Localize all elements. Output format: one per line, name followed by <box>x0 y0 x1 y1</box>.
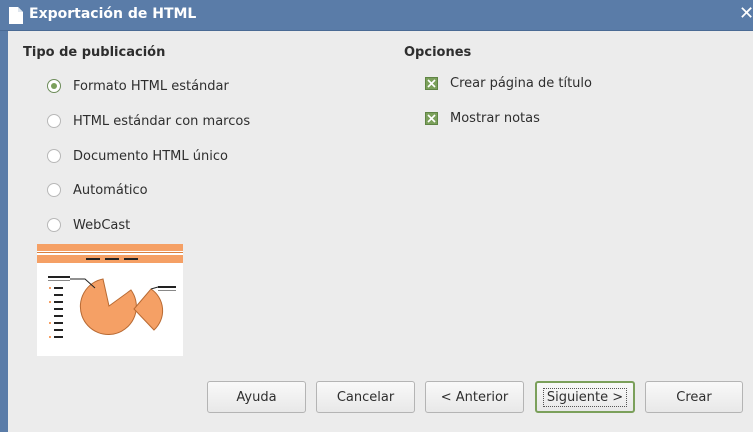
options-heading: Opciones <box>404 45 472 60</box>
title-bar: Exportación de HTML ✕ <box>0 0 753 31</box>
radio-icon[interactable] <box>47 218 61 232</box>
window-title: Exportación de HTML <box>29 6 197 22</box>
radio-single-document[interactable]: Documento HTML único <box>47 146 228 166</box>
radio-icon[interactable] <box>47 183 61 197</box>
next-button[interactable]: Siguiente > <box>535 381 635 413</box>
radio-html-frames[interactable]: HTML estándar con marcos <box>47 111 250 131</box>
checkbox-label: Crear página de título <box>450 75 592 91</box>
checkbox-label: Mostrar notas <box>450 110 540 126</box>
radio-label: Documento HTML único <box>73 148 228 164</box>
radio-automatic[interactable]: Automático <box>47 180 148 200</box>
radio-label: Formato HTML estándar <box>73 78 229 94</box>
radio-label: HTML estándar con marcos <box>73 113 251 129</box>
radio-icon[interactable] <box>47 114 61 128</box>
cancel-button[interactable]: Cancelar <box>316 381 415 413</box>
radio-icon[interactable] <box>47 149 61 163</box>
create-button[interactable]: Crear <box>645 381 743 413</box>
next-button-label: Siguiente > <box>542 387 628 407</box>
close-icon[interactable]: ✕ <box>739 4 753 24</box>
checkbox-checked-icon[interactable] <box>425 111 438 125</box>
window-frame <box>0 31 8 432</box>
checkbox-create-title-page[interactable]: Crear página de título <box>425 73 592 93</box>
publication-type-heading: Tipo de publicación <box>23 45 166 60</box>
radio-selected-icon[interactable] <box>47 79 61 93</box>
checkbox-checked-icon[interactable] <box>425 76 438 90</box>
layout-preview-image <box>37 244 183 356</box>
back-button[interactable]: < Anterior <box>425 381 524 413</box>
radio-label: Automático <box>73 182 148 198</box>
radio-label: WebCast <box>73 217 131 233</box>
document-icon <box>9 7 23 24</box>
radio-standard-html[interactable]: Formato HTML estándar <box>47 76 229 96</box>
radio-webcast[interactable]: WebCast <box>47 215 130 235</box>
layout-preview-icon <box>37 244 183 338</box>
checkbox-show-notes[interactable]: Mostrar notas <box>425 108 540 128</box>
help-button[interactable]: Ayuda <box>207 381 306 413</box>
